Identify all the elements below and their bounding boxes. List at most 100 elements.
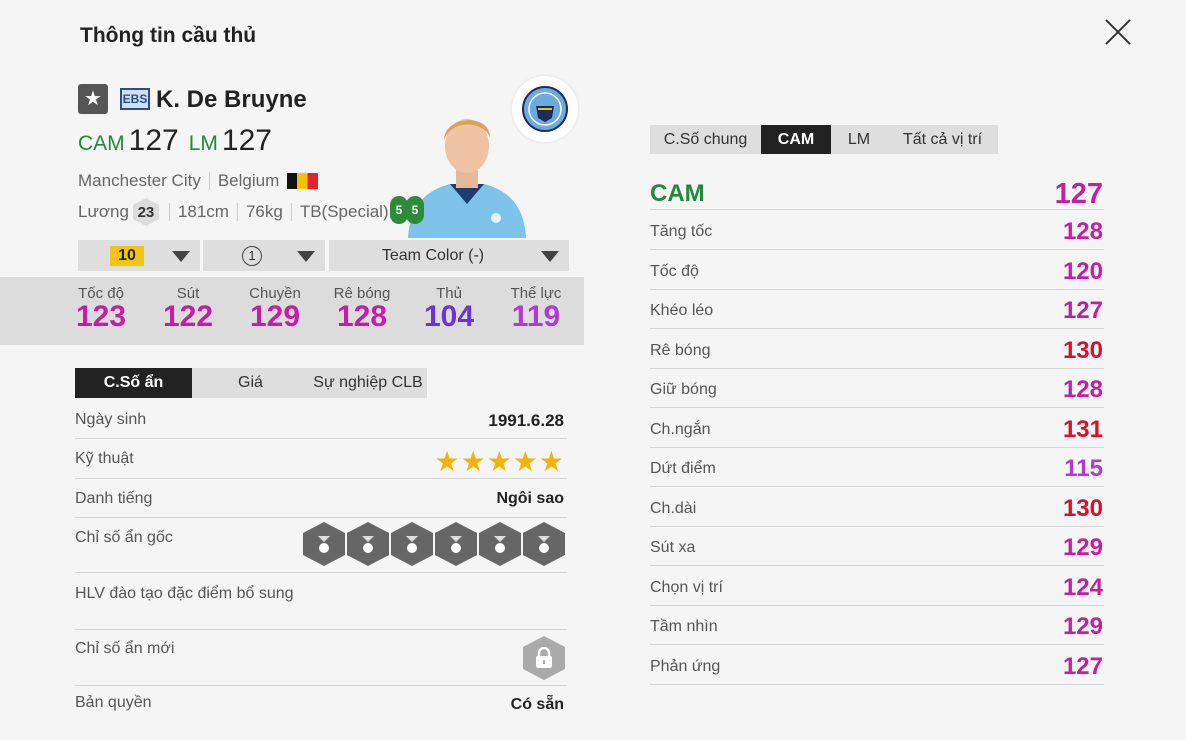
swerve-pass-icon[interactable] xyxy=(303,522,345,566)
team-color-dropdown[interactable]: Team Color (-) xyxy=(329,240,569,271)
summary-stat: Thể lực 119 xyxy=(491,285,581,332)
height: 181cm xyxy=(177,202,229,221)
attribute-row: Dứt điểm 115 xyxy=(650,450,1104,487)
playmaker-icon[interactable] xyxy=(435,522,477,566)
summary-stat-value: 104 xyxy=(423,300,475,333)
tab-hidden-stats[interactable]: C.Số ẩn xyxy=(75,368,192,398)
birth-label: Ngày sinh xyxy=(75,411,147,428)
position-2: LM xyxy=(188,132,218,155)
attribute-label: Giữ bóng xyxy=(650,381,717,398)
attribute-value: 129 xyxy=(1062,613,1103,640)
birth-row: Ngày sinh 1991.6.28 xyxy=(75,401,567,439)
skill-label: Kỹ thuật xyxy=(75,450,134,467)
tab-price[interactable]: Giá xyxy=(192,368,309,398)
body-type: TB(Special) xyxy=(299,202,389,221)
skill-stars-icon: ★★★★★ xyxy=(434,446,565,477)
attribute-value: 127 xyxy=(1062,297,1103,324)
coach-label: HLV đào tạo đặc điểm bổ sung xyxy=(75,585,294,602)
weight: 76kg xyxy=(245,202,283,221)
attribute-row: Sút xa 129 xyxy=(650,529,1104,566)
nation-name: Belgium xyxy=(217,171,280,190)
position-tabs: C.Số chung CAM LM Tất cả vị trí xyxy=(650,125,998,154)
attribute-value: 131 xyxy=(1062,415,1103,443)
attribute-label: Khéo léo xyxy=(650,302,714,319)
traits-row: Chỉ số ẩn gốc xyxy=(75,518,567,573)
attribute-row: Tầm nhìn 129 xyxy=(650,608,1104,645)
attribute-value: 128 xyxy=(1062,376,1103,403)
tab-club-career[interactable]: Sự nghiệp CLB xyxy=(309,368,427,398)
attribute-label: Ch.ngắn xyxy=(650,420,711,438)
attribute-label: Tăng tốc xyxy=(650,223,713,240)
outside-foot-icon[interactable] xyxy=(523,522,565,566)
summary-stats-bar: Tốc độ 123 Sút 122 Chuyền 129 Rê bóng 128 Thủ 104… xyxy=(0,277,584,345)
attribute-row: Rê bóng 130 xyxy=(650,332,1104,369)
right-foot-icon: 5 xyxy=(406,196,424,224)
summary-stat: Sút 122 xyxy=(143,285,233,332)
close-icon[interactable] xyxy=(1100,14,1136,50)
page-title: Thông tin cầu thủ xyxy=(80,24,257,47)
summary-stat: Rê bóng 128 xyxy=(317,285,407,332)
attribute-label: Ch.dài xyxy=(650,499,697,517)
upgrade-level-dropdown[interactable]: 10 xyxy=(78,240,200,271)
chevron-down-icon xyxy=(541,251,559,262)
position-rating-label: CAM xyxy=(650,180,705,207)
rating-1: 127 xyxy=(128,124,179,157)
attribute-value: 120 xyxy=(1062,257,1103,285)
attribute-label: Phản ứng xyxy=(650,657,721,675)
tab-general-stats[interactable]: C.Số chung xyxy=(650,125,761,154)
attribute-value: 130 xyxy=(1062,336,1103,364)
upgrade-level-badge: 10 xyxy=(110,245,144,266)
tab-lm[interactable]: LM xyxy=(831,125,887,154)
attribute-label: Tầm nhìn xyxy=(650,618,718,635)
coach-row: HLV đào tạo đặc điểm bổ sung xyxy=(75,573,567,630)
license-value: Có sẵn xyxy=(510,696,564,713)
lock-icon[interactable] xyxy=(523,636,565,680)
position-rating-value: 127 xyxy=(1054,178,1103,210)
attribute-label: Dứt điểm xyxy=(650,460,716,477)
long-shot-icon[interactable] xyxy=(479,522,521,566)
finesse-shot-icon[interactable] xyxy=(347,522,389,566)
summary-stat-value: 123 xyxy=(75,300,127,333)
attribute-row: Giữ bóng 128 xyxy=(650,371,1104,408)
reputation-value: Ngôi sao xyxy=(496,490,564,507)
attribute-row: Chọn vị trí 124 xyxy=(650,569,1104,606)
attribute-value: 128 xyxy=(1062,218,1103,245)
favorite-star-icon[interactable]: ★ xyxy=(78,84,108,114)
skill-row: Kỹ thuật ★★★★★ xyxy=(75,439,567,479)
summary-stat: Thủ 104 xyxy=(404,285,494,332)
club-nation-row: Manchester City Belgium xyxy=(78,171,319,191)
reputation-label: Danh tiếng xyxy=(75,490,153,507)
attribute-label: Rê bóng xyxy=(650,341,711,359)
tab-cam[interactable]: CAM xyxy=(761,125,831,154)
slot-number: 1 xyxy=(242,245,262,266)
license-label: Bản quyền xyxy=(75,694,152,711)
attribute-row: Ch.dài 130 xyxy=(650,490,1104,527)
summary-stat-value: 119 xyxy=(511,300,561,333)
birth-value: 1991.6.28 xyxy=(488,411,564,430)
summary-stat: Chuyền 129 xyxy=(230,285,320,332)
attribute-row: Phản ứng 127 xyxy=(650,648,1104,685)
chevron-down-icon xyxy=(172,251,190,262)
attribute-row: Tốc độ 120 xyxy=(650,253,1104,290)
team-color-label: Team Color (-) xyxy=(381,246,485,264)
summary-stat: Tốc độ 123 xyxy=(56,285,146,332)
summary-stat-value: 128 xyxy=(336,300,388,333)
position-rating-row: CAM 127 xyxy=(650,174,1104,210)
summary-stat-value: 122 xyxy=(162,300,214,333)
license-row: Bản quyền Có sẵn xyxy=(75,686,567,722)
new-traits-row: Chỉ số ẩn mới xyxy=(75,630,567,686)
attribute-value: 129 xyxy=(1062,534,1103,561)
player-name: K. De Bruyne xyxy=(156,86,307,113)
chevron-down-icon xyxy=(297,251,315,262)
player-physical-row: Lương 23 181cm 76kg TB(Special) xyxy=(78,198,389,226)
traits-label: Chỉ số ẩn gốc xyxy=(75,529,173,546)
club-name: Manchester City xyxy=(78,171,201,190)
position-ratings: CAM 127 LM 127 xyxy=(78,124,272,158)
tab-all-positions[interactable]: Tất cả vị trí xyxy=(887,125,998,154)
power-header-icon[interactable] xyxy=(391,522,433,566)
new-traits-label: Chỉ số ẩn mới xyxy=(75,640,175,657)
attribute-row: Ch.ngắn 131 xyxy=(650,411,1104,448)
season-badge: EBS xyxy=(120,88,150,110)
slot-dropdown[interactable]: 1 xyxy=(203,240,325,271)
attribute-value: 115 xyxy=(1064,455,1103,482)
